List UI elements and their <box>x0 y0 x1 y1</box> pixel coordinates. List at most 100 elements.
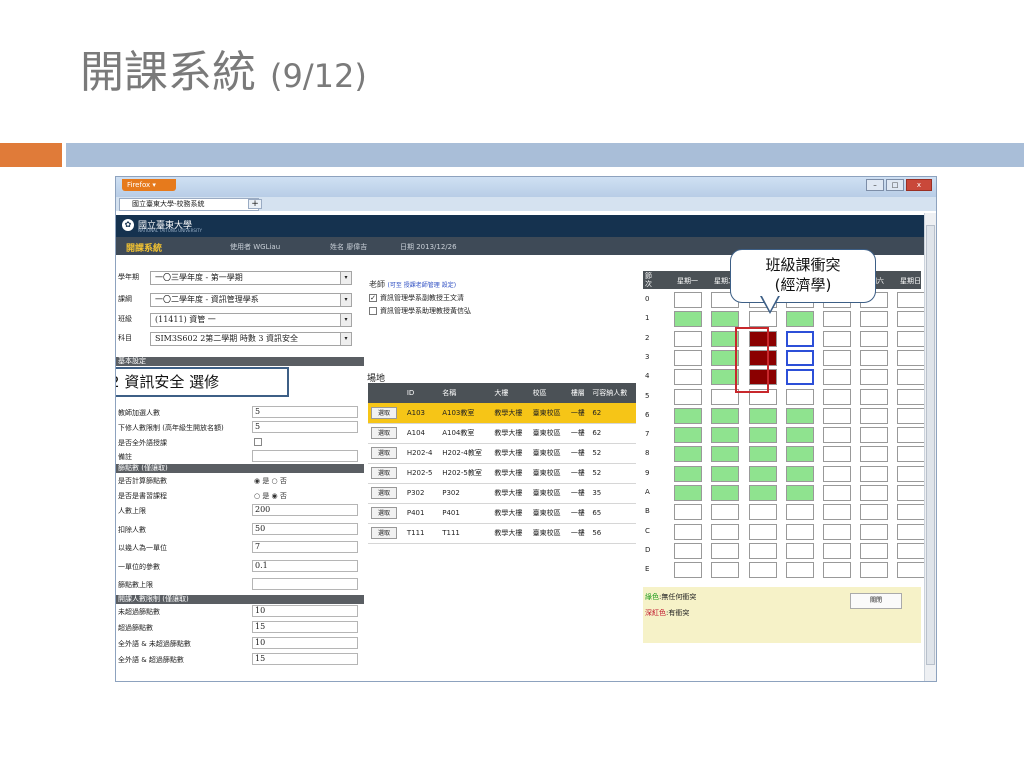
all-english-checkbox[interactable] <box>254 438 262 446</box>
schedule-cell[interactable] <box>860 562 888 579</box>
schedule-cell-free[interactable] <box>786 446 814 463</box>
schedule-cell-free[interactable] <box>674 427 702 444</box>
calc-points-radio[interactable]: ◉ 是 ○ 否 <box>254 476 287 486</box>
schedule-cell[interactable] <box>860 542 888 559</box>
schedule-cell[interactable] <box>786 388 814 405</box>
teacher-checkbox[interactable] <box>369 307 377 315</box>
schedule-cell-free[interactable] <box>711 427 739 444</box>
schedule-cell[interactable] <box>823 562 851 579</box>
chevron-down-icon[interactable]: ▾ <box>340 272 351 284</box>
page-scrollbar[interactable] <box>924 213 936 681</box>
year-select[interactable]: 一〇三學年度 - 第一學期 <box>150 271 352 285</box>
schedule-cell[interactable] <box>786 504 814 521</box>
minimize-button[interactable]: – <box>866 179 884 191</box>
schedule-cell[interactable] <box>897 369 925 386</box>
schedule-cell[interactable] <box>749 562 777 579</box>
schedule-cell[interactable] <box>860 427 888 444</box>
schedule-cell-free[interactable] <box>749 446 777 463</box>
venue-select-button[interactable]: 選取 <box>371 406 397 419</box>
schedule-cell-free[interactable] <box>711 465 739 482</box>
schedule-cell-free[interactable] <box>674 465 702 482</box>
schedule-cell[interactable] <box>786 562 814 579</box>
schedule-cell[interactable] <box>823 369 851 386</box>
schedule-cell[interactable] <box>823 465 851 482</box>
venue-select-button[interactable]: 選取 <box>371 467 397 479</box>
venue-select-button[interactable]: 選取 <box>371 447 397 459</box>
schedule-cell[interactable] <box>674 369 702 386</box>
schedule-cell-free[interactable] <box>674 407 702 424</box>
schedule-cell[interactable] <box>897 330 925 347</box>
venue-select-button[interactable]: 選取 <box>371 507 397 519</box>
chevron-down-icon[interactable]: ▾ <box>340 294 351 306</box>
schedule-cell[interactable] <box>674 292 702 308</box>
schedule-cell-free[interactable] <box>749 407 777 424</box>
schedule-cell[interactable] <box>860 330 888 347</box>
form-row-input[interactable]: 10 <box>252 637 358 649</box>
form-row-input[interactable]: 50 <box>252 522 358 535</box>
schedule-cell-free[interactable] <box>711 311 739 328</box>
schedule-cell[interactable] <box>823 485 851 501</box>
schedule-cell[interactable] <box>860 465 888 482</box>
chevron-down-icon[interactable]: ▾ <box>340 333 351 345</box>
form-row-input[interactable] <box>252 578 358 590</box>
schedule-cell[interactable] <box>897 446 925 463</box>
scrollbar-thumb[interactable] <box>926 225 935 665</box>
schedule-cell[interactable] <box>674 523 702 540</box>
schedule-cell[interactable] <box>897 407 925 424</box>
schedule-cell[interactable] <box>823 523 851 540</box>
schedule-cell[interactable] <box>897 485 925 501</box>
schedule-cell[interactable] <box>711 523 739 540</box>
schedule-cell[interactable] <box>749 504 777 521</box>
venue-row[interactable]: 選取 H202-4 H202-4教室 教學大樓 臺東校區 一樓 52 <box>368 443 636 464</box>
schedule-cell-free[interactable] <box>786 427 814 444</box>
schedule-cell[interactable] <box>674 562 702 579</box>
schedule-cell[interactable] <box>860 388 888 405</box>
schedule-cell-free[interactable] <box>674 311 702 328</box>
schedule-cell[interactable] <box>823 388 851 405</box>
schedule-cell[interactable] <box>860 485 888 501</box>
venue-row[interactable]: 選取 P302 P302 教學大樓 臺東校區 一樓 35 <box>368 483 636 504</box>
maximize-button[interactable]: □ <box>886 179 904 191</box>
schedule-cell[interactable] <box>897 388 925 405</box>
schedule-cell-selected[interactable] <box>786 330 814 347</box>
schedule-cell[interactable] <box>860 407 888 424</box>
schedule-cell[interactable] <box>786 542 814 559</box>
schedule-cell[interactable] <box>711 542 739 559</box>
schedule-cell-free[interactable] <box>786 465 814 482</box>
schedule-cell[interactable] <box>823 349 851 366</box>
schedule-cell[interactable] <box>897 427 925 444</box>
schedule-cell[interactable] <box>674 542 702 559</box>
venue-row[interactable]: 選取 H202-5 H202-5教室 教學大樓 臺東校區 一樓 52 <box>368 463 636 484</box>
outline-select[interactable]: 一〇二學年度 - 資訊管理學系 <box>150 293 352 307</box>
form-row-input[interactable]: 5 <box>252 421 358 433</box>
schedule-cell[interactable] <box>897 292 925 308</box>
venue-row[interactable]: 選取 A104 A104教室 教學大樓 臺東校區 一樓 62 <box>368 423 636 444</box>
close-button[interactable]: 關閉 <box>850 593 902 609</box>
browser-tab[interactable]: 國立臺東大學-校務系統 <box>119 198 259 211</box>
form-row-input[interactable]: 15 <box>252 621 358 633</box>
schedule-cell[interactable] <box>823 407 851 424</box>
schedule-cell-free[interactable] <box>786 311 814 328</box>
schedule-cell-free[interactable] <box>749 485 777 501</box>
schedule-cell[interactable] <box>897 349 925 366</box>
note-input[interactable] <box>252 450 358 462</box>
schedule-cell-free[interactable] <box>711 446 739 463</box>
schedule-cell[interactable] <box>749 523 777 540</box>
form-row-input[interactable]: 5 <box>252 406 358 418</box>
schedule-cell[interactable] <box>823 311 851 328</box>
schedule-cell-free[interactable] <box>749 427 777 444</box>
schedule-cell-free[interactable] <box>786 485 814 501</box>
schedule-cell[interactable] <box>860 504 888 521</box>
form-row-input[interactable]: 0.1 <box>252 559 358 572</box>
schedule-cell[interactable] <box>711 562 739 579</box>
schedule-cell[interactable] <box>786 523 814 540</box>
venue-select-button[interactable]: 選取 <box>371 427 397 439</box>
chevron-down-icon[interactable]: ▾ <box>340 314 351 326</box>
schedule-cell[interactable] <box>897 465 925 482</box>
form-row-input[interactable]: 15 <box>252 653 358 665</box>
schedule-cell-free[interactable] <box>749 465 777 482</box>
schedule-cell[interactable] <box>897 311 925 328</box>
new-tab-button[interactable]: + <box>248 199 262 209</box>
schedule-cell[interactable] <box>860 446 888 463</box>
schedule-cell[interactable] <box>860 369 888 386</box>
